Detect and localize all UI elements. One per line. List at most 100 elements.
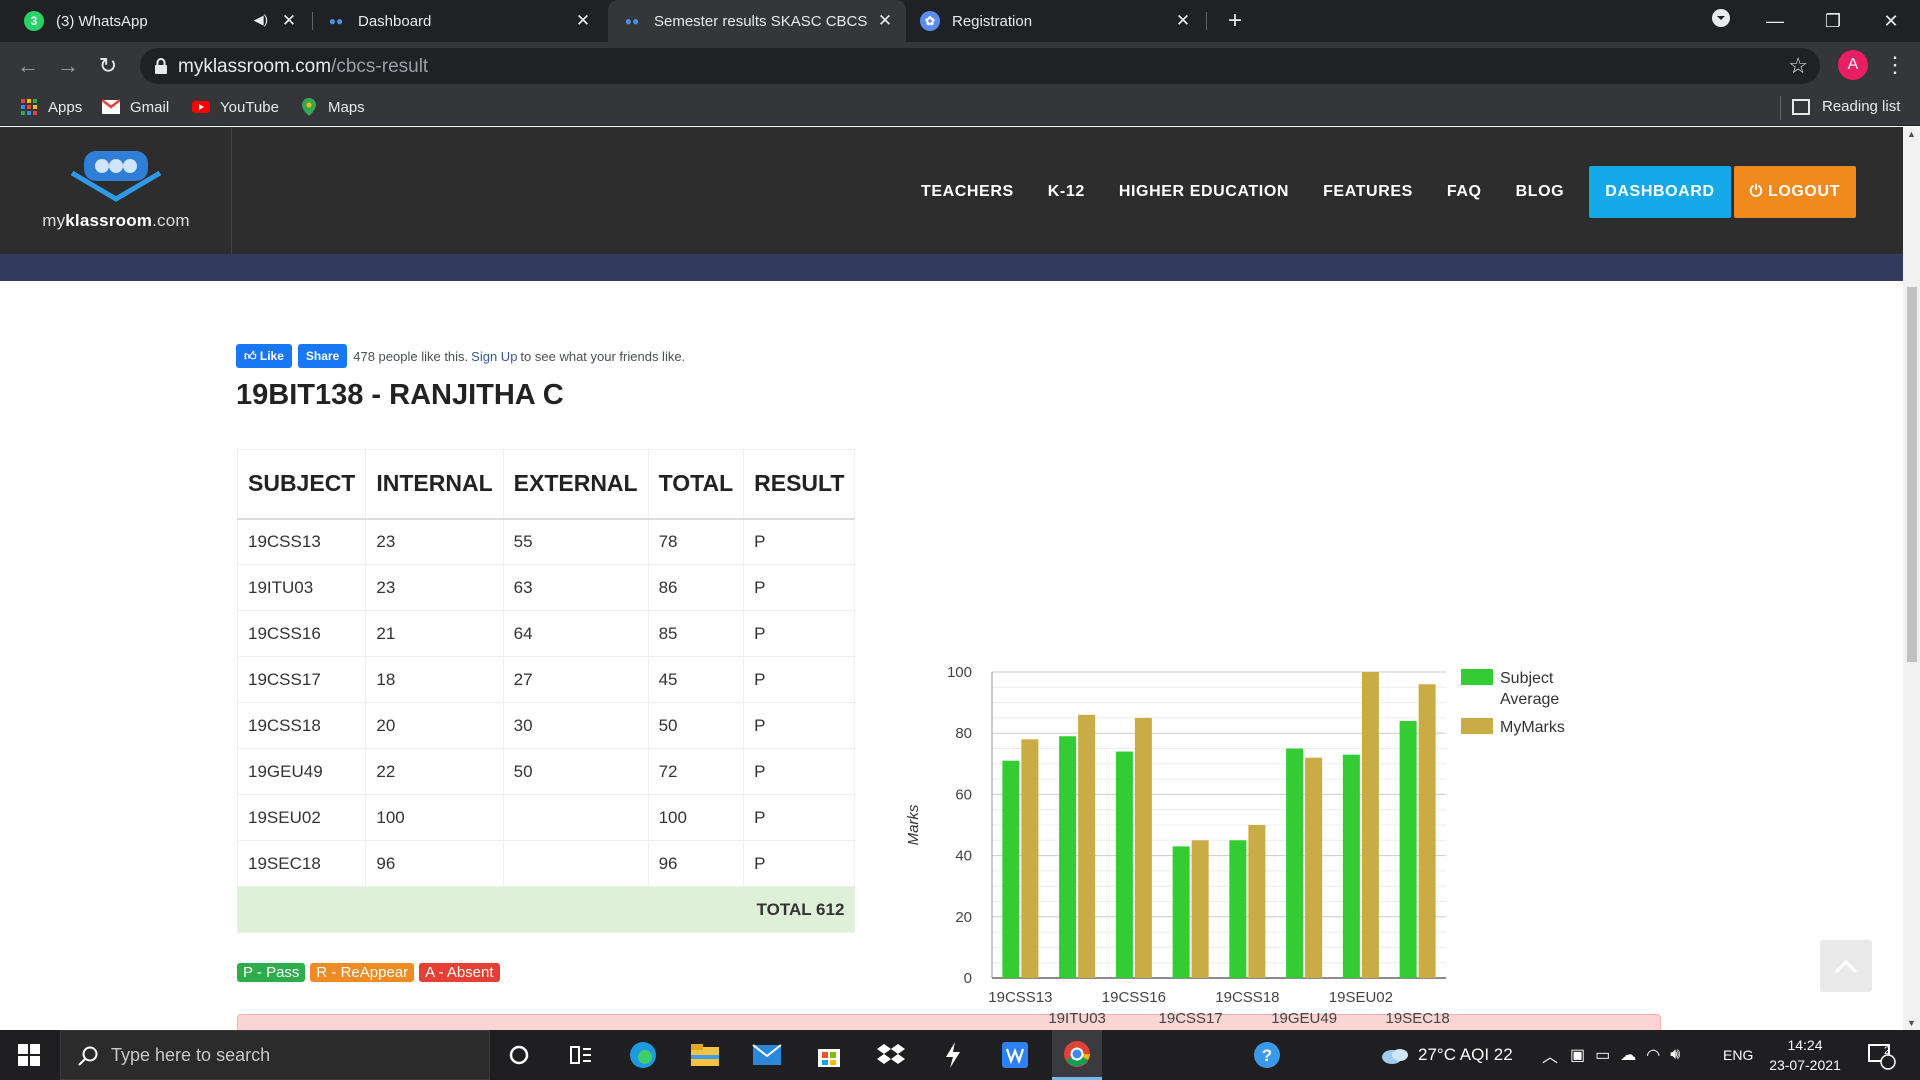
nav-teachers[interactable]: TEACHERS bbox=[921, 183, 1014, 201]
browser-menu-icon[interactable]: ⋮ bbox=[1884, 50, 1906, 80]
dashboard-button[interactable]: DASHBOARD bbox=[1589, 166, 1731, 218]
legend-label: Subject Average bbox=[1500, 670, 1559, 708]
minimize-icon[interactable]: — bbox=[1752, 8, 1798, 34]
cell-total: 45 bbox=[647, 656, 745, 703]
url-host: myklassroom.com bbox=[178, 56, 332, 77]
logout-button[interactable]: ⏻ LOGOUT bbox=[1733, 166, 1856, 218]
registration-favicon-icon: ✿ bbox=[920, 11, 940, 31]
bar-my-marks bbox=[1361, 672, 1379, 978]
facebook-share-button[interactable]: Share bbox=[297, 344, 348, 368]
wifi-icon[interactable]: ◠ bbox=[1646, 1045, 1660, 1065]
result-legend: P - Pass R - ReAppear A - Absent bbox=[237, 963, 505, 982]
table-row: 19CSS16 21 64 85 P bbox=[236, 610, 856, 657]
nav-features[interactable]: FEATURES bbox=[1323, 183, 1413, 201]
bookmark-star-icon[interactable]: ☆ bbox=[1788, 53, 1808, 79]
bookmark-gmail[interactable]: Gmail bbox=[102, 98, 169, 116]
y-tick-label: 80 bbox=[955, 725, 972, 742]
weather-text: 27°C AQI 22 bbox=[1418, 1045, 1513, 1064]
myklassroom-favicon-icon: ●● bbox=[328, 14, 344, 28]
cell-subject: 19SEC18 bbox=[236, 840, 367, 887]
restore-icon[interactable]: ❐ bbox=[1810, 8, 1856, 34]
reload-icon[interactable]: ↻ bbox=[94, 52, 122, 80]
windows-start-icon[interactable] bbox=[18, 1044, 40, 1066]
url-path: /cbcs-result bbox=[331, 56, 429, 77]
microsoft-store-icon[interactable] bbox=[804, 1030, 854, 1080]
cell-internal: 20 bbox=[365, 702, 504, 749]
back-arrow-icon[interactable]: ← bbox=[14, 52, 42, 80]
forward-arrow-icon[interactable]: → bbox=[54, 52, 82, 80]
system-tray-icons[interactable]: ︿ ▣ ▭ ☁ ◠ 🔊︎ bbox=[1542, 1030, 1680, 1080]
tab-separator bbox=[1206, 12, 1207, 30]
bar-subject-average bbox=[1172, 846, 1190, 978]
window-close-icon[interactable]: ✕ bbox=[1868, 8, 1914, 34]
dropbox-icon[interactable] bbox=[866, 1030, 916, 1080]
scroll-up-arrow-icon[interactable]: ▲ bbox=[1907, 129, 1916, 139]
cortana-icon[interactable] bbox=[494, 1030, 544, 1080]
page-scrollbar[interactable]: ▲ ▼ bbox=[1903, 127, 1920, 1030]
profile-avatar[interactable]: A bbox=[1838, 50, 1868, 80]
lightning-app-icon[interactable] bbox=[928, 1030, 978, 1080]
nav-faq[interactable]: FAQ bbox=[1447, 183, 1482, 201]
task-view-icon[interactable] bbox=[556, 1030, 606, 1080]
site-logo[interactable]: myklassroom.com bbox=[0, 127, 232, 254]
tab-semester-results[interactable]: ●● Semester results SKASC CBCS ✕ bbox=[608, 0, 906, 42]
legend-label-line: Average bbox=[1500, 691, 1559, 708]
marks-bar-chart: 0 20 40 60 80 100 19CSS13 19ITU03 19CSS16 19CSS17… bbox=[905, 664, 1565, 1027]
nav-k12[interactable]: K-12 bbox=[1048, 183, 1085, 201]
tray-chevron-up-icon[interactable]: ︿ bbox=[1542, 1043, 1558, 1067]
cell-result: P bbox=[743, 656, 856, 703]
bookmark-apps[interactable]: Apps bbox=[20, 98, 82, 116]
reading-list-button[interactable]: Reading list bbox=[1792, 98, 1900, 115]
bar-subject-average bbox=[1002, 760, 1020, 978]
tab-dashboard[interactable]: ●● Dashboard ✕ bbox=[314, 0, 604, 42]
tab-search-chevron-icon[interactable] bbox=[1698, 8, 1744, 34]
taskbar-clock[interactable]: 14:24 23-07-2021 bbox=[1760, 1035, 1850, 1075]
battery-icon[interactable]: ▭ bbox=[1595, 1045, 1610, 1065]
scrollbar-thumb[interactable] bbox=[1907, 287, 1917, 662]
bar-my-marks bbox=[1021, 739, 1039, 978]
scroll-down-arrow-icon[interactable]: ▼ bbox=[1907, 1018, 1916, 1028]
tab-registration[interactable]: ✿ Registration ✕ bbox=[908, 0, 1204, 42]
clock-date: 23-07-2021 bbox=[1769, 1057, 1841, 1073]
wps-writer-icon[interactable] bbox=[990, 1030, 1040, 1080]
search-icon bbox=[78, 1046, 98, 1066]
file-explorer-icon[interactable] bbox=[680, 1030, 730, 1080]
cell-external: 55 bbox=[502, 518, 649, 565]
facebook-like-button[interactable]: 👍︎ Like bbox=[236, 344, 292, 368]
cell-subject: 19GEU49 bbox=[236, 748, 367, 795]
onedrive-cloud-icon[interactable]: ☁ bbox=[1620, 1045, 1636, 1065]
chrome-icon[interactable] bbox=[1052, 1030, 1102, 1080]
bookmark-youtube[interactable]: YouTube bbox=[192, 98, 279, 116]
help-icon[interactable]: ? bbox=[1242, 1030, 1292, 1080]
close-icon[interactable]: ✕ bbox=[280, 12, 298, 30]
weather-widget[interactable]: 27°C AQI 22 bbox=[1380, 1030, 1513, 1080]
cell-subject: 19CSS16 bbox=[236, 610, 367, 657]
mail-icon[interactable] bbox=[742, 1030, 792, 1080]
language-indicator[interactable]: ENG bbox=[1723, 1030, 1753, 1080]
cell-internal: 22 bbox=[365, 748, 504, 795]
tab-whatsapp[interactable]: 3 (3) WhatsApp ◀) ✕ bbox=[12, 0, 310, 42]
speaker-icon[interactable]: ◀) bbox=[254, 12, 268, 28]
volume-icon[interactable]: 🔊︎ bbox=[1670, 1046, 1680, 1064]
notification-icon bbox=[1868, 1044, 1896, 1070]
taskbar-search-box[interactable]: Type here to search bbox=[60, 1030, 490, 1080]
back-to-top-button[interactable] bbox=[1820, 940, 1872, 992]
tab-title: Dashboard bbox=[358, 12, 432, 30]
x-tick-label: 19CSS16 bbox=[1102, 989, 1166, 1006]
bookmark-maps[interactable]: Maps bbox=[300, 98, 365, 116]
close-icon[interactable]: ✕ bbox=[876, 12, 894, 30]
meet-now-icon[interactable]: ▣ bbox=[1570, 1045, 1585, 1065]
facebook-signup-link[interactable]: Sign Up bbox=[471, 349, 517, 364]
table-row: 19SEC18 96 96 P bbox=[236, 840, 856, 887]
column-header: TOTAL bbox=[647, 449, 745, 520]
close-icon[interactable]: ✕ bbox=[574, 12, 592, 30]
new-tab-plus-icon[interactable]: + bbox=[1212, 8, 1258, 34]
x-tick-label: 19CSS18 bbox=[1215, 989, 1279, 1006]
nav-higher-education[interactable]: HIGHER EDUCATION bbox=[1119, 183, 1289, 201]
url-input[interactable]: myklassroom.com/cbcs-result ☆ bbox=[140, 48, 1820, 84]
notifications-button[interactable]: 2 bbox=[1866, 1030, 1896, 1080]
svg-text:?: ? bbox=[1262, 1046, 1272, 1065]
close-icon[interactable]: ✕ bbox=[1174, 12, 1192, 30]
nav-blog[interactable]: BLOG bbox=[1516, 183, 1565, 201]
edge-icon[interactable] bbox=[618, 1030, 668, 1080]
